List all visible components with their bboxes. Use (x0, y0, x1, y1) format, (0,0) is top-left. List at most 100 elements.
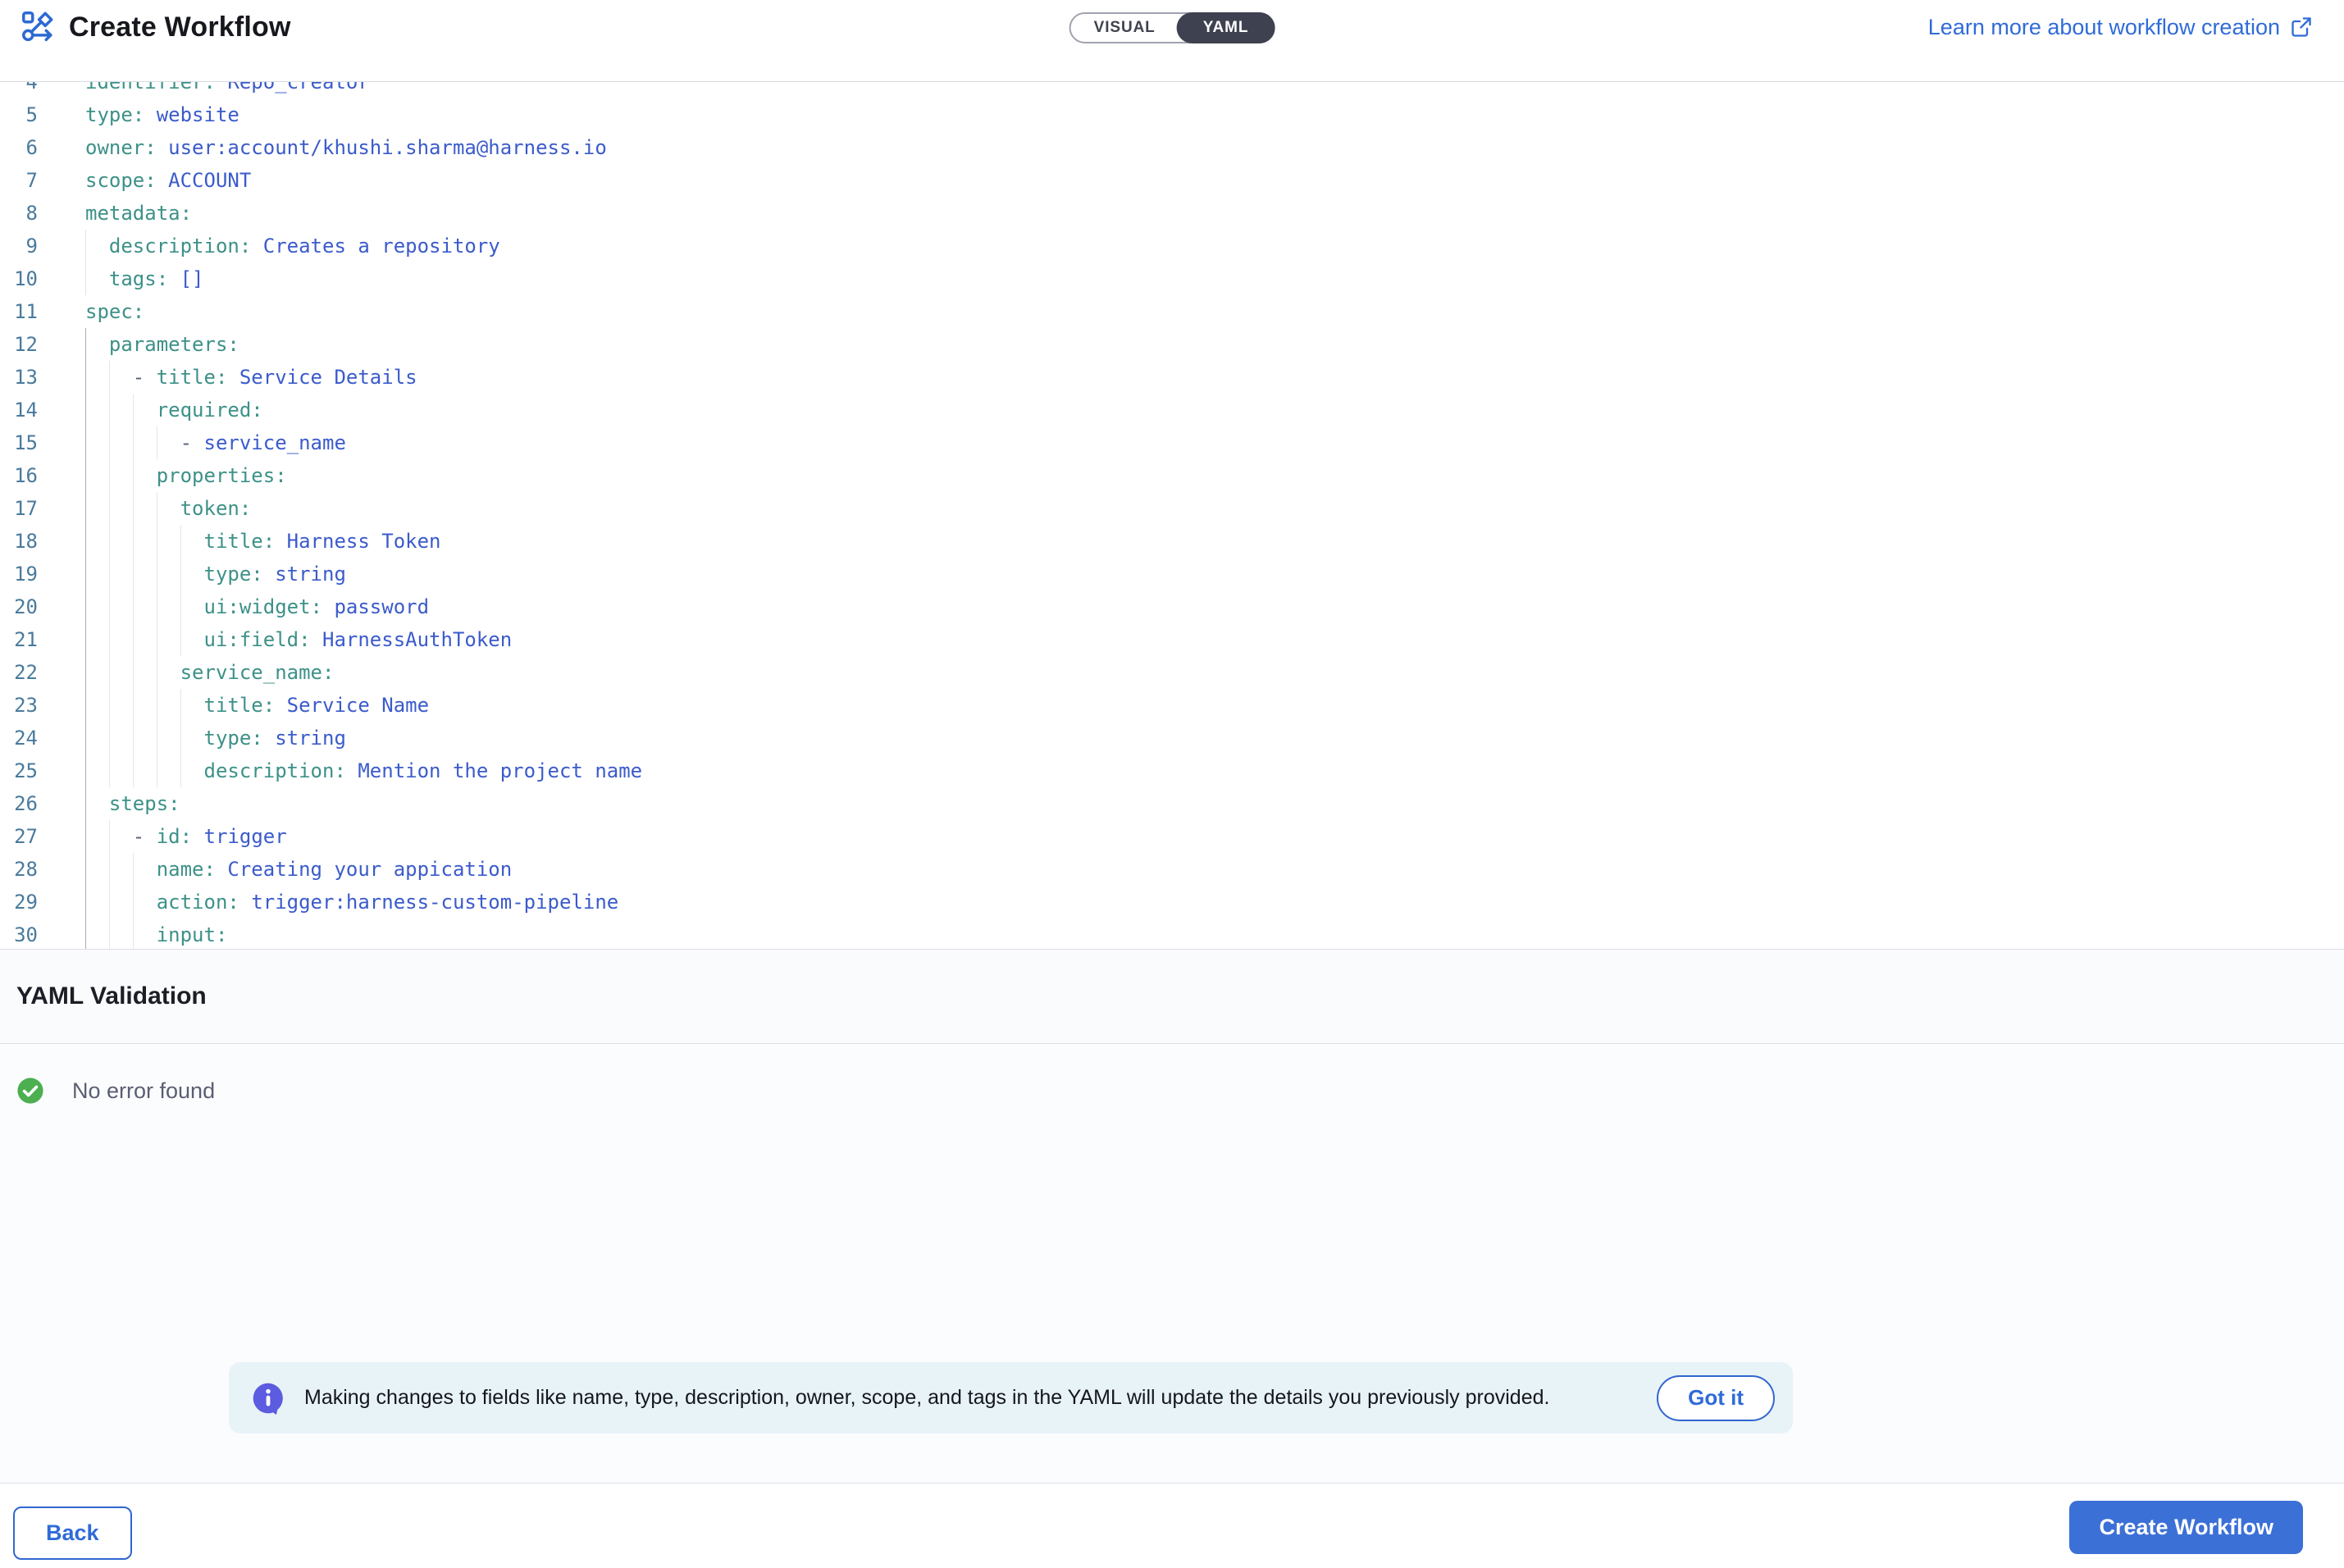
external-link-icon (2290, 16, 2313, 39)
code-line[interactable]: 9 description: Creates a repository (0, 230, 2344, 262)
line-number: 11 (0, 295, 38, 328)
indent-guide (109, 426, 110, 459)
code-text: type: string (85, 722, 346, 754)
code-text: title: Service Name (85, 689, 429, 722)
code-text: type: string (85, 558, 346, 590)
line-number: 8 (0, 197, 38, 230)
code-text: spec: (85, 295, 144, 328)
indent-guide (109, 394, 110, 426)
indent-guide (85, 689, 86, 722)
validation-status: No error found (16, 1077, 215, 1105)
code-text: tags: [] (85, 262, 204, 295)
code-line[interactable]: 10 tags: [] (0, 262, 2344, 295)
code-text: ui:field: HarnessAuthToken (85, 623, 512, 656)
indent-guide (85, 787, 86, 820)
indent-guide (109, 886, 110, 918)
learn-more-link[interactable]: Learn more about workflow creation (1928, 8, 2313, 46)
info-icon (250, 1380, 286, 1416)
code-text: scope: ACCOUNT (85, 164, 251, 197)
code-text: owner: user:account/khushi.sharma@harnes… (85, 131, 607, 164)
code-text: input: (85, 918, 227, 950)
indent-guide (109, 525, 110, 558)
indent-guide (133, 886, 134, 918)
indent-guide (133, 394, 134, 426)
code-line[interactable]: 27 - id: trigger (0, 820, 2344, 853)
indent-guide (85, 230, 86, 262)
code-text: name: Creating your appication (85, 853, 512, 886)
code-line[interactable]: 30 input: (0, 918, 2344, 950)
learn-more-label: Learn more about workflow creation (1928, 15, 2280, 40)
indent-guide (85, 754, 86, 787)
line-number: 5 (0, 98, 38, 131)
code-line[interactable]: 26 steps: (0, 787, 2344, 820)
line-number: 21 (0, 623, 38, 656)
indent-guide (85, 853, 86, 886)
line-number: 25 (0, 754, 38, 787)
code-line[interactable]: 5 type: website (0, 98, 2344, 131)
indent-guide (180, 525, 181, 558)
back-button[interactable]: Back (13, 1506, 132, 1560)
indent-guide (109, 590, 110, 623)
line-number: 18 (0, 525, 38, 558)
code-text: action: trigger:harness-custom-pipeline (85, 886, 618, 918)
code-line[interactable]: 4identifier: Repo_creator (0, 82, 2344, 98)
line-number: 28 (0, 853, 38, 886)
yaml-validation-heading: YAML Validation (16, 982, 207, 1010)
create-workflow-button[interactable]: Create Workflow (2069, 1501, 2303, 1554)
indent-guide (133, 656, 134, 689)
code-line[interactable]: 23 title: Service Name (0, 689, 2344, 722)
line-number: 14 (0, 394, 38, 426)
code-line[interactable]: 13 - title: Service Details (0, 361, 2344, 394)
indent-guide (85, 886, 86, 918)
code-line[interactable]: 25 description: Mention the project name (0, 754, 2344, 787)
code-line[interactable]: 14 required: (0, 394, 2344, 426)
line-number: 16 (0, 459, 38, 492)
code-line[interactable]: 19 type: string (0, 558, 2344, 590)
indent-guide (85, 262, 86, 295)
code-line[interactable]: 16 properties: (0, 459, 2344, 492)
check-circle-icon (16, 1077, 44, 1105)
toggle-yaml[interactable]: YAML (1177, 12, 1275, 43)
indent-guide (133, 918, 134, 950)
toggle-visual[interactable]: VISUAL (1071, 14, 1179, 42)
code-line[interactable]: 28 name: Creating your appication (0, 853, 2344, 886)
got-it-button[interactable]: Got it (1657, 1375, 1775, 1421)
indent-guide (85, 623, 86, 656)
code-line[interactable]: 21 ui:field: HarnessAuthToken (0, 623, 2344, 656)
line-number: 17 (0, 492, 38, 525)
code-line[interactable]: 12 parameters: (0, 328, 2344, 361)
info-banner: Making changes to fields like name, type… (229, 1362, 1793, 1434)
code-line[interactable]: 8metadata: (0, 197, 2344, 230)
line-number: 19 (0, 558, 38, 590)
indent-guide (109, 623, 110, 656)
indent-guide (180, 623, 181, 656)
code-line[interactable]: 11 spec: (0, 295, 2344, 328)
code-line[interactable]: 22 service_name: (0, 656, 2344, 689)
code-text: type: website (85, 98, 239, 131)
indent-guide (85, 426, 86, 459)
line-number: 23 (0, 689, 38, 722)
yaml-editor[interactable]: 4identifier: Repo_creator5 type: website6… (0, 82, 2344, 950)
validation-status-text: No error found (72, 1078, 215, 1104)
indent-guide (133, 525, 134, 558)
code-line[interactable]: 18 title: Harness Token (0, 525, 2344, 558)
visual-yaml-toggle[interactable]: VISUAL YAML (1069, 12, 1275, 43)
code-line[interactable]: 29 action: trigger:harness-custom-pipeli… (0, 886, 2344, 918)
indent-guide (85, 394, 86, 426)
code-line[interactable]: 17 token: (0, 492, 2344, 525)
code-line[interactable]: 20 ui:widget: password (0, 590, 2344, 623)
indent-guide (133, 722, 134, 754)
code-text: steps: (85, 787, 180, 820)
code-line[interactable]: 24 type: string (0, 722, 2344, 754)
indent-guide (109, 558, 110, 590)
code-line[interactable]: 7scope: ACCOUNT (0, 164, 2344, 197)
code-line[interactable]: 6owner: user:account/khushi.sharma@harne… (0, 131, 2344, 164)
code-text: - title: Service Details (85, 361, 417, 394)
line-number: 13 (0, 361, 38, 394)
indent-guide (180, 590, 181, 623)
code-text: title: Harness Token (85, 525, 441, 558)
indent-guide (109, 853, 110, 886)
indent-guide (180, 722, 181, 754)
line-number: 10 (0, 262, 38, 295)
code-line[interactable]: 15 - service_name (0, 426, 2344, 459)
